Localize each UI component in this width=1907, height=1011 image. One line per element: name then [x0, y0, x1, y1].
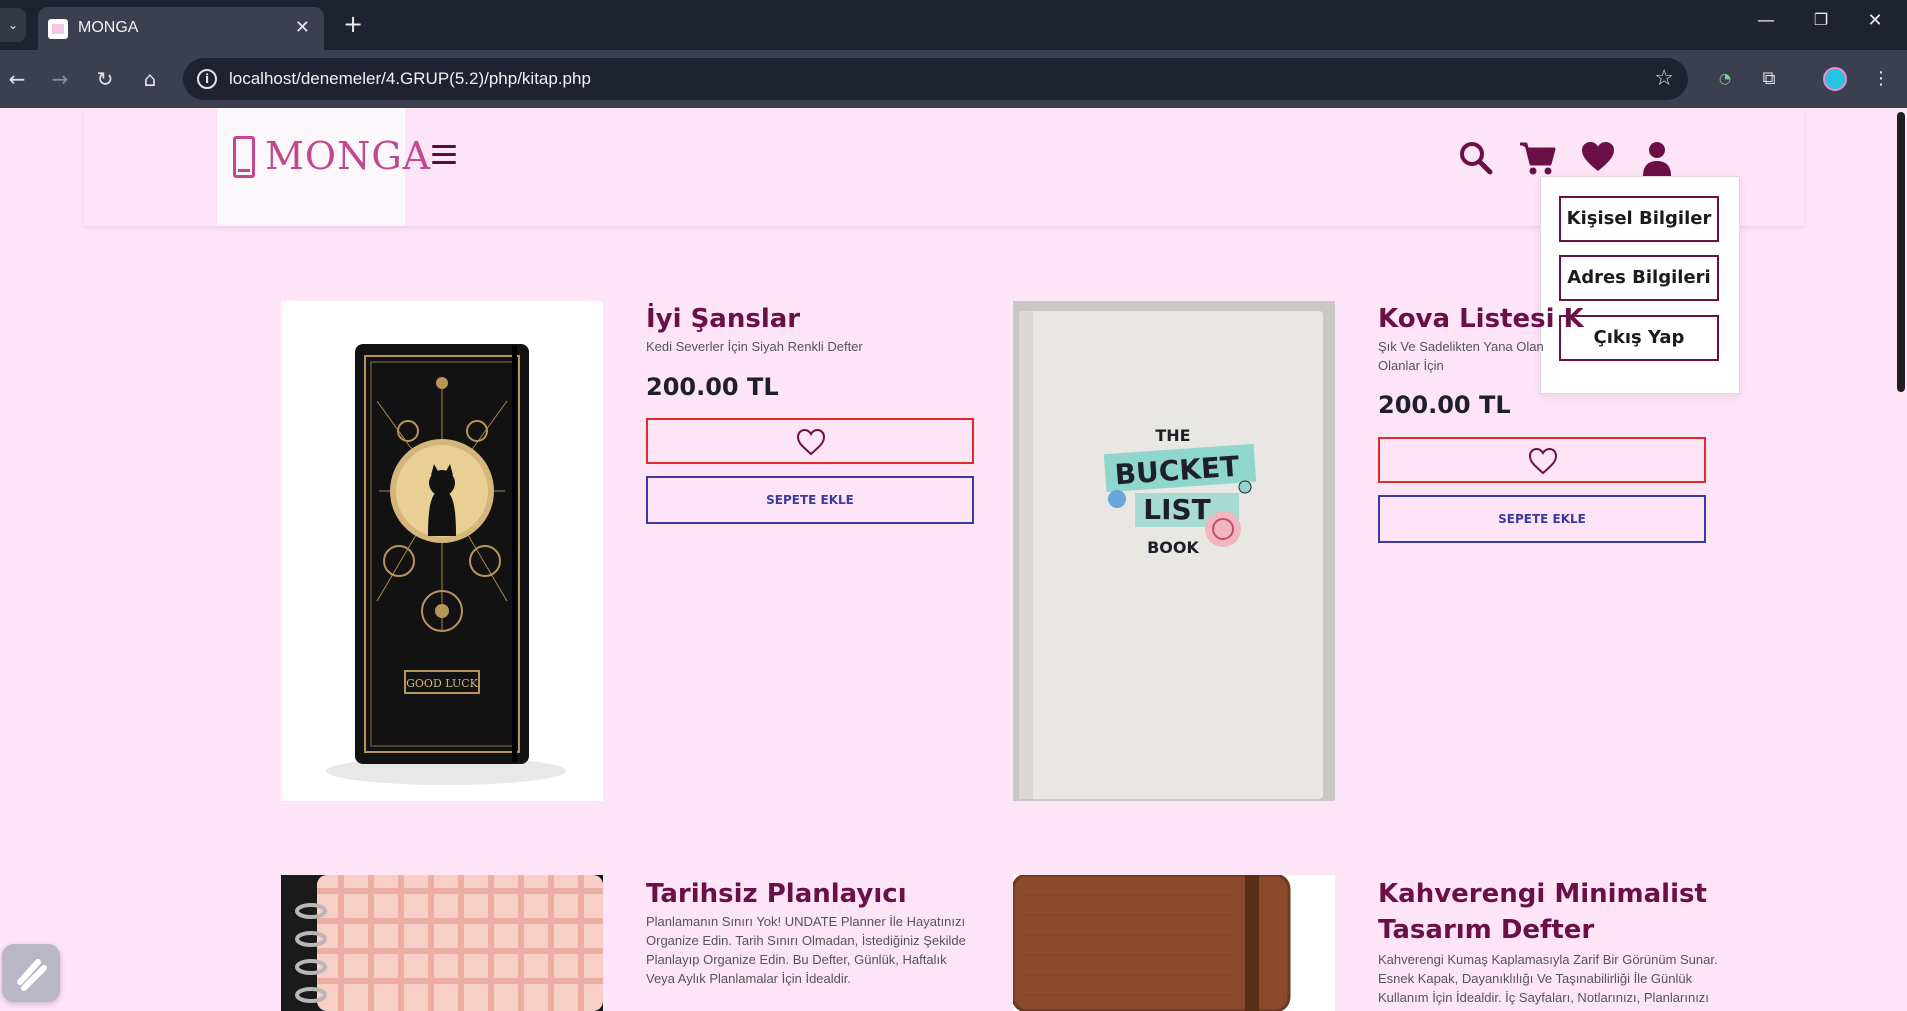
address-url[interactable]: localhost/denemeler/4.GRUP(5.2)/php/kita…: [229, 69, 591, 89]
home-icon[interactable]: ⌂: [135, 64, 165, 94]
tab-favicon-icon: [48, 19, 68, 39]
cart-icon[interactable]: [1518, 140, 1556, 178]
heart-outline-icon: [1528, 447, 1558, 475]
extensions-puzzle-icon[interactable]: ⧉: [1758, 68, 1780, 90]
search-icon[interactable]: [1458, 140, 1496, 178]
address-info-button[interactable]: Adres Bilgileri: [1559, 255, 1719, 301]
product-image-brown-notebook[interactable]: [1013, 875, 1335, 1011]
browser-toolbar: ← → ↻ ⌂ i localhost/denemeler/4.GRUP(5.2…: [0, 50, 1907, 108]
new-tab-button[interactable]: +: [343, 10, 363, 38]
floating-widget-button[interactable]: [2, 944, 60, 1002]
minimize-button[interactable]: —: [1751, 10, 1781, 31]
add-to-cart-button[interactable]: SEPETE EKLE: [1378, 495, 1706, 543]
product-description: Şık Ve Sadelikten Yana Olan Olanlar İçin: [1378, 339, 1544, 373]
product-description: Kedi Severler İçin Siyah Renkli Defter: [646, 339, 863, 354]
address-bar[interactable]: i localhost/denemeler/4.GRUP(5.2)/php/ki…: [183, 58, 1688, 100]
image-text-list: LIST: [1143, 493, 1211, 526]
heart-icon[interactable]: [1580, 140, 1618, 178]
bookmark-star-icon[interactable]: ☆: [1654, 66, 1674, 91]
page-scrollbar[interactable]: [1897, 112, 1905, 392]
tab-search-button[interactable]: ⌄: [0, 8, 26, 42]
product-image-undated-planner[interactable]: [281, 875, 603, 1011]
logo-text: MONGA: [265, 134, 432, 178]
product-image-good-luck[interactable]: GOOD LUCK: [281, 301, 603, 801]
site-info-icon[interactable]: i: [197, 69, 217, 89]
profile-avatar-icon[interactable]: [1823, 67, 1847, 91]
image-text-book: BOOK: [1147, 538, 1199, 557]
product-price: 200.00 TL: [646, 373, 779, 401]
product-description: Planlamanın Sınırı Yok! UNDATE Planner İ…: [646, 914, 966, 986]
heart-outline-icon: [796, 428, 826, 456]
product-price: 200.00 TL: [1378, 391, 1511, 419]
tab-title: MONGA: [78, 19, 139, 36]
product-title[interactable]: Kova Listesi K: [1378, 301, 1584, 337]
add-to-cart-button[interactable]: SEPETE EKLE: [646, 476, 974, 524]
extension-status-icon[interactable]: ◔: [1714, 68, 1736, 90]
image-text-the: THE: [1155, 426, 1190, 445]
user-icon[interactable]: [1640, 140, 1678, 178]
add-to-favorites-button[interactable]: [646, 418, 974, 464]
user-dropdown-menu: Kişisel Bilgiler Adres Bilgileri Çıkış Y…: [1540, 176, 1740, 394]
close-window-button[interactable]: ✕: [1860, 10, 1890, 31]
product-title[interactable]: Tarihsiz Planlayıcı: [646, 876, 907, 912]
add-to-favorites-button[interactable]: [1378, 437, 1706, 483]
hamburger-menu-icon[interactable]: [432, 145, 458, 165]
reload-icon[interactable]: ↻: [90, 64, 120, 94]
browser-tab[interactable]: MONGA ✕: [38, 7, 324, 50]
browser-menu-icon[interactable]: ⋮: [1870, 68, 1892, 90]
product-title[interactable]: Kahverengi Minimalist Tasarım Defter: [1378, 876, 1718, 948]
svg-text:GOOD LUCK: GOOD LUCK: [406, 677, 479, 690]
product-description: Kahverengi Kumaş Kaplamasıyla Zarif Bir …: [1378, 952, 1718, 1005]
forward-arrow-icon[interactable]: →: [45, 64, 75, 94]
product-title[interactable]: İyi Şanslar: [646, 301, 800, 337]
product-image-bucket-list[interactable]: THE BUCKET LIST BOOK: [1013, 301, 1335, 801]
back-arrow-icon[interactable]: ←: [2, 64, 32, 94]
restore-button[interactable]: ❐: [1806, 10, 1836, 29]
book-logo-icon: [233, 136, 255, 178]
personal-info-button[interactable]: Kişisel Bilgiler: [1559, 196, 1719, 242]
browser-tab-bar: ⌄ MONGA ✕ + — ❐ ✕: [0, 0, 1907, 50]
tab-close-icon[interactable]: ✕: [295, 17, 310, 38]
site-logo[interactable]: MONGA: [217, 108, 430, 226]
